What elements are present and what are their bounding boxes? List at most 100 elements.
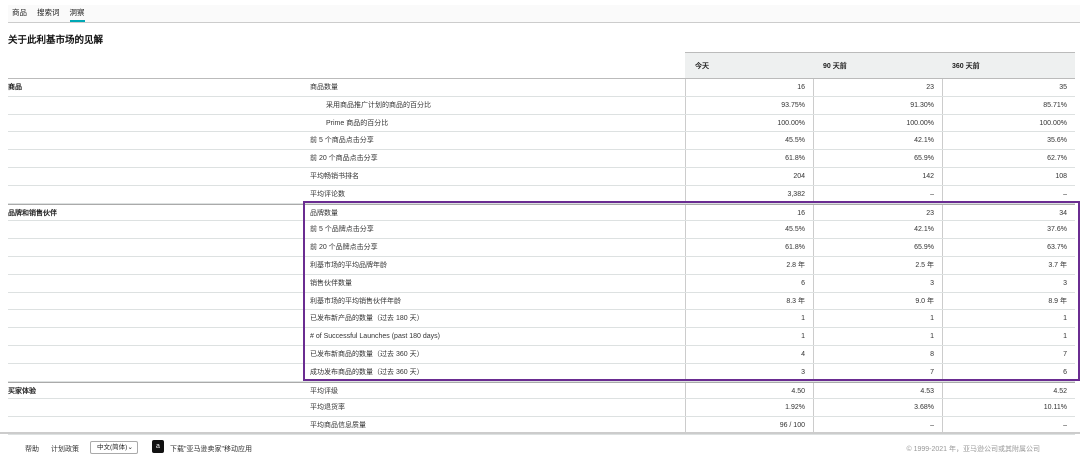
metric-label: 平均评论数 bbox=[310, 190, 345, 198]
metric-value: 42.1% bbox=[813, 221, 942, 239]
metric-value: 16 bbox=[685, 204, 813, 221]
metric-value: 1 bbox=[813, 328, 942, 345]
table-row: 利基市场的平均销售伙伴年龄 8.3 年 9.0 年 8.9 年 bbox=[8, 292, 1075, 311]
metric-value: 62.7% bbox=[942, 150, 1075, 167]
metric-value: 61.8% bbox=[685, 239, 813, 256]
metric-label: 成功发布商品的数量（过去 360 天） bbox=[310, 368, 424, 376]
metric-value: 4.50 bbox=[685, 382, 813, 399]
metric-value: 142 bbox=[813, 167, 942, 185]
group-label: 商品 bbox=[8, 84, 22, 91]
table-row: 平均退货率 1.92% 3.68% 10.11% bbox=[8, 399, 1075, 418]
help-link[interactable]: 帮助 bbox=[25, 444, 39, 454]
metric-label: 已发布新商品的数量（过去 360 天） bbox=[310, 350, 424, 358]
table-row: 已发布新产品的数量（过去 180 天） 1 1 1 bbox=[8, 310, 1075, 329]
metric-value: 34 bbox=[942, 204, 1075, 221]
metric-value: 1 bbox=[942, 310, 1075, 328]
metric-value: 63.7% bbox=[942, 239, 1075, 256]
metric-value: 91.30% bbox=[813, 96, 942, 114]
metric-label: 已发布新产品的数量（过去 180 天） bbox=[310, 315, 424, 323]
metric-label: 销售伙伴数量 bbox=[310, 279, 352, 287]
metric-value: 204 bbox=[685, 167, 813, 185]
table-row: 采用商品推广计划的商品的百分比 93.75% 91.30% 85.71% bbox=[8, 96, 1075, 115]
column-header-90-days: 90 天前 bbox=[823, 63, 847, 70]
metric-value: 1 bbox=[685, 310, 813, 328]
metric-value: 45.5% bbox=[685, 221, 813, 239]
table-row: 商品 商品数量 16 23 35 bbox=[8, 79, 1075, 97]
metric-label: 前 20 个品牌点击分享 bbox=[310, 244, 378, 252]
metric-value: 8 bbox=[813, 345, 942, 363]
chevron-down-icon: ⌄ bbox=[127, 444, 133, 451]
metric-value: 1 bbox=[685, 328, 813, 345]
metric-label: 平均畅销书排名 bbox=[310, 172, 359, 180]
metric-value: 6 bbox=[685, 274, 813, 292]
app-download-link[interactable]: 下载"亚马逊卖家"移动应用 bbox=[170, 444, 252, 454]
table-row: 买家体验 平均评级 4.50 4.53 4.52 bbox=[8, 381, 1075, 400]
metric-value: 7 bbox=[942, 345, 1075, 363]
metric-value: 3 bbox=[813, 274, 942, 292]
table-row: 平均评论数 3,382– – bbox=[8, 185, 1075, 204]
metric-value: 23 bbox=[813, 204, 942, 221]
metric-label: 商品数量 bbox=[310, 84, 338, 91]
group-label: 品牌和销售伙伴 bbox=[8, 209, 57, 217]
language-select[interactable]: 中文(简体) ⌄ bbox=[90, 441, 138, 454]
group-label: 买家体验 bbox=[8, 387, 36, 395]
metric-value: – bbox=[813, 185, 942, 203]
metric-value: 3.7 年 bbox=[942, 256, 1075, 274]
metric-value: 65.9% bbox=[813, 150, 942, 167]
insights-table: 商品 商品数量 16 23 35 采用商品推广计划的商品的百分比 93.75% 91.30% 8… bbox=[8, 78, 1075, 435]
metric-value: 7 bbox=[813, 363, 942, 381]
metric-value: 85.71% bbox=[942, 96, 1075, 114]
metric-value: 16 bbox=[685, 79, 813, 96]
metric-value: 42.1% bbox=[813, 132, 942, 150]
metric-label: 前 5 个商品点击分享 bbox=[310, 137, 374, 145]
table-row: # of Successful Launches (past 180 days)… bbox=[8, 328, 1075, 346]
table-row: 利基市场的平均品牌年龄 2.8 年 2.5 年 3.7 年 bbox=[8, 256, 1075, 275]
table-row: 已发布新商品的数量（过去 360 天） 4 8 7 bbox=[8, 345, 1075, 364]
metric-label: 前 5 个品牌点击分享 bbox=[310, 226, 374, 234]
table-row: 销售伙伴数量 6 3 3 bbox=[8, 274, 1075, 293]
metric-value: 108 bbox=[942, 167, 1075, 185]
copyright: © 1999-2021 年，亚马逊公司或其附属公司 bbox=[906, 446, 1040, 453]
metric-value: 1 bbox=[813, 310, 942, 328]
metric-label: # of Successful Launches (past 180 days) bbox=[310, 333, 440, 341]
metric-label: 平均评级 bbox=[310, 387, 338, 395]
metric-value: 93.75% bbox=[685, 96, 813, 114]
policy-link[interactable]: 计划政策 bbox=[51, 444, 79, 454]
table-row: 前 20 个商品点击分享 61.8% 65.9% 62.7% bbox=[8, 150, 1075, 168]
metric-value: 35 bbox=[942, 79, 1075, 96]
metric-value: 3.68% bbox=[813, 399, 942, 417]
metric-value: 4 bbox=[685, 345, 813, 363]
table-row: Prime 商品的百分比 100.00% 100.00% 100.00% bbox=[8, 114, 1075, 133]
table-row: 前 5 个品牌点击分享 45.5% 42.1% 37.6% bbox=[8, 221, 1075, 240]
metric-value: 8.9 年 bbox=[942, 292, 1075, 310]
page-title: 关于此利基市场的见解 bbox=[8, 35, 104, 46]
metric-value: 2.5 年 bbox=[813, 256, 942, 274]
metric-value: 3 bbox=[685, 363, 813, 381]
table-row: 品牌和销售伙伴 品牌数量 16 23 34 bbox=[8, 203, 1075, 222]
table-row: 前 5 个商品点击分享 45.5% 42.1% 35.6% bbox=[8, 132, 1075, 151]
table-row: 前 20 个品牌点击分享 61.8% 65.9% 63.7% bbox=[8, 239, 1075, 257]
metric-value: 100.00% bbox=[685, 114, 813, 132]
tab-bar: 商品 搜索词 洞察 bbox=[8, 5, 1080, 23]
app-icon: a bbox=[152, 440, 164, 453]
tab-products[interactable]: 商品 bbox=[12, 5, 27, 22]
metric-label: 前 20 个商品点击分享 bbox=[310, 155, 378, 163]
metric-value: 1 bbox=[942, 328, 1075, 345]
metric-value: 4.52 bbox=[942, 382, 1075, 399]
tab-insights[interactable]: 洞察 bbox=[69, 5, 85, 22]
column-header-360-days: 360 天前 bbox=[952, 63, 980, 70]
metric-value: 100.00% bbox=[813, 114, 942, 132]
metric-value: 8.3 年 bbox=[685, 292, 813, 310]
language-value: 中文(简体) bbox=[97, 444, 128, 451]
metric-label: 品牌数量 bbox=[310, 209, 338, 217]
table-header: 今天 90 天前 360 天前 bbox=[685, 52, 1075, 78]
metric-label: 平均退货率 bbox=[310, 404, 345, 412]
metric-value: 45.5% bbox=[685, 132, 813, 150]
metric-label: 采用商品推广计划的商品的百分比 bbox=[326, 101, 431, 109]
table-row: 平均畅销书排名 204 142 108 bbox=[8, 167, 1075, 186]
metric-value: 23 bbox=[813, 79, 942, 96]
tab-search-terms[interactable]: 搜索词 bbox=[37, 5, 60, 22]
metric-value: – bbox=[942, 185, 1075, 203]
metric-value: 1.92% bbox=[685, 399, 813, 417]
metric-value: 4.53 bbox=[813, 382, 942, 399]
